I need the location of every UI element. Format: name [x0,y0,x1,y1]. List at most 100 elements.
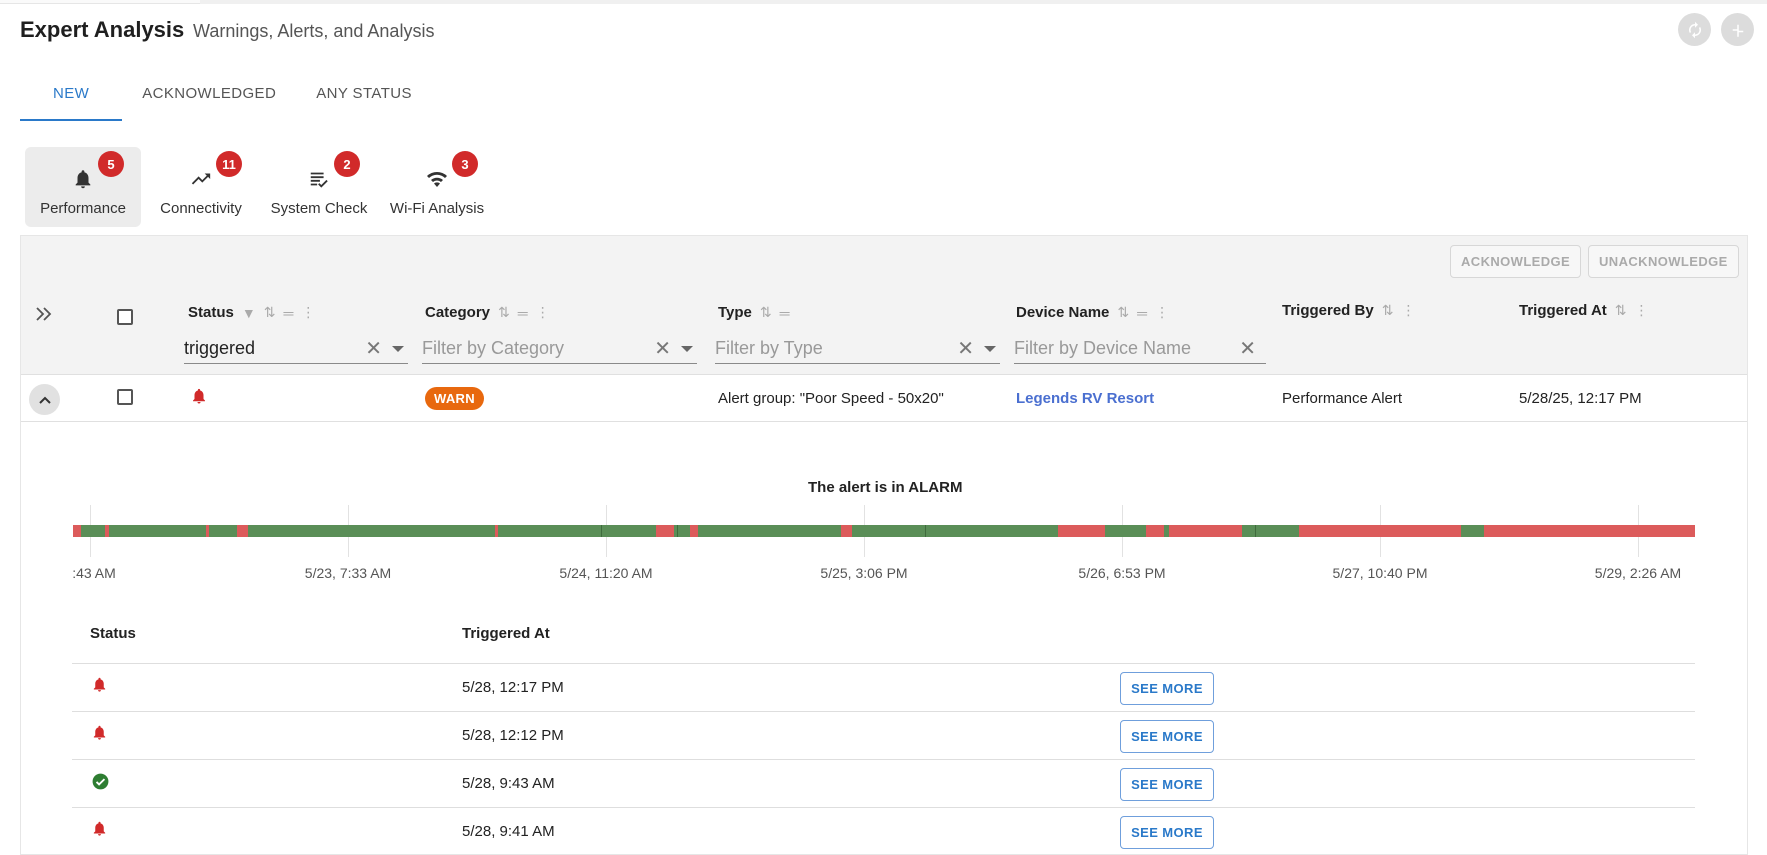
drag-handle-icon[interactable]: ═ [518,305,528,321]
column-menu-icon[interactable]: ⋮ [1401,302,1415,319]
column-label: Category [425,304,491,321]
column-header-device-name[interactable]: Device Name ⇅ ═ ⋮ [1016,304,1169,321]
sort-icon[interactable]: ⇅ [1117,304,1129,321]
device-name-link[interactable]: Legends RV Resort [1016,390,1154,407]
category-connectivity[interactable]: 11 Connectivity [143,147,259,227]
category-performance[interactable]: 5 Performance [25,147,141,227]
history-row: 5/28, 12:17 PM SEE MORE [72,663,1695,711]
timeline-segment-alarm[interactable] [689,525,698,537]
column-header-category[interactable]: Category ⇅ ═ ⋮ [425,304,550,321]
timeline-segment-alarm[interactable] [1168,525,1242,537]
drag-handle-icon[interactable]: ═ [780,305,790,321]
timeline-segment-alarm[interactable] [1298,525,1461,537]
timeline-segment-ok[interactable] [1254,525,1299,537]
column-header-triggered-by[interactable]: Triggered By ⇅ ⋮ [1282,302,1415,319]
column-header-type[interactable]: Type ⇅ ═ [718,304,790,321]
filter-icon[interactable]: ▼ [242,305,256,321]
row-checkbox[interactable] [117,389,133,405]
tab-new[interactable]: NEW [20,74,123,121]
clear-icon[interactable]: ✕ [1239,336,1256,361]
count-badge: 3 [452,151,478,177]
timeline-segment-ok[interactable] [498,525,601,537]
timeline-segment-ok[interactable] [1461,525,1484,537]
timeline-label: 5/25, 3:06 PM [820,565,908,581]
acknowledge-button[interactable]: ACKNOWLEDGE [1450,245,1582,278]
select-all-checkbox[interactable] [117,309,133,325]
dropdown-arrow-icon[interactable] [984,345,996,352]
column-header-status[interactable]: Status ▼ ⇅ ═ ⋮ [188,304,315,321]
column-menu-icon[interactable]: ⋮ [301,304,315,321]
timeline-segment-ok[interactable] [1105,525,1147,537]
sort-icon[interactable]: ⇅ [760,304,772,321]
collapse-icon [1732,24,1743,37]
dropdown-arrow-icon[interactable] [681,345,693,352]
drag-handle-icon[interactable]: ═ [283,305,293,321]
triggered-by-cell: Performance Alert [1282,390,1403,407]
timeline-segment-alarm[interactable] [73,525,82,537]
see-more-button[interactable]: SEE MORE [1120,720,1214,753]
tab-acknowledged[interactable]: ACKNOWLEDGED [122,74,296,121]
column-label: Triggered At [1519,302,1607,319]
timeline-segment-alarm[interactable] [1483,525,1695,537]
column-label: Status [188,304,234,321]
trending-up-icon [188,166,214,192]
timeline-label: :43 AM [72,565,116,581]
bell-icon [91,724,108,746]
column-menu-icon[interactable]: ⋮ [1635,302,1649,319]
timeline-segment-ok[interactable] [697,525,841,537]
timeline-segment-alarm[interactable] [1058,525,1106,537]
history-time: 5/28, 12:17 PM [462,679,564,696]
clear-icon[interactable]: ✕ [365,336,382,361]
timeline-segment-ok[interactable] [600,525,656,537]
unacknowledge-button[interactable]: UNACKNOWLEDGE [1588,245,1739,278]
timeline-segment-ok[interactable] [925,525,1059,537]
wifi-icon [424,166,450,192]
timeline-segment-ok[interactable] [108,525,207,537]
sort-icon[interactable]: ⇅ [264,304,276,321]
tab-any-status[interactable]: ANY STATUS [296,74,432,121]
column-menu-icon[interactable]: ⋮ [536,304,550,321]
collapse-row-button[interactable] [29,384,60,415]
alert-timeline[interactable] [73,525,1695,537]
category-system-check[interactable]: 2 System Check [261,147,377,227]
timeline-segment-ok[interactable] [676,525,690,537]
table-row[interactable]: WARN Alert group: "Poor Speed - 50x20" L… [21,375,1747,422]
timeline-segment-alarm[interactable] [655,525,674,537]
history-time: 5/28, 9:43 AM [462,775,555,792]
history-row: 5/28, 9:41 AM SEE MORE [72,807,1695,855]
see-more-button[interactable]: SEE MORE [1120,672,1214,705]
see-more-button[interactable]: SEE MORE [1120,816,1214,849]
timeline-segment-ok[interactable] [81,525,106,537]
drag-handle-icon[interactable]: ═ [1137,305,1147,321]
collapse-button[interactable] [1721,13,1754,46]
timeline-segment-ok[interactable] [1241,525,1255,537]
type-filter[interactable]: Filter by Type ✕ [715,334,1000,364]
column-header-triggered-at[interactable]: Triggered At ⇅ ⋮ [1519,302,1649,319]
clear-icon[interactable]: ✕ [957,336,974,361]
timeline-segment-ok[interactable] [248,525,496,537]
expand-all-icon[interactable] [35,306,53,327]
clear-icon[interactable]: ✕ [654,336,671,361]
timeline-segment-alarm[interactable] [1146,525,1164,537]
column-label: Triggered By [1282,302,1374,319]
timeline-segment-alarm[interactable] [840,525,853,537]
device-name-filter[interactable]: Filter by Device Name ✕ [1014,334,1266,364]
sort-icon[interactable]: ⇅ [1615,302,1627,319]
category-wifi-analysis[interactable]: 3 Wi-Fi Analysis [379,147,495,227]
category-filter[interactable]: Filter by Category ✕ [422,334,697,364]
column-label: Type [718,304,752,321]
page-subtitle: Warnings, Alerts, and Analysis [193,21,435,41]
category-label: Connectivity [160,200,242,217]
timeline-segment-ok[interactable] [852,525,926,537]
dropdown-arrow-icon[interactable] [392,345,404,352]
refresh-button[interactable] [1678,13,1711,46]
sort-icon[interactable]: ⇅ [1382,302,1394,319]
status-filter[interactable]: triggered ✕ [184,334,408,364]
sort-icon[interactable]: ⇅ [498,304,510,321]
timeline-segment-ok[interactable] [209,525,237,537]
history-status-header: Status [90,625,136,642]
see-more-button[interactable]: SEE MORE [1120,768,1214,801]
bell-icon [91,676,108,698]
column-menu-icon[interactable]: ⋮ [1155,304,1169,321]
timeline-segment-alarm[interactable] [236,525,249,537]
